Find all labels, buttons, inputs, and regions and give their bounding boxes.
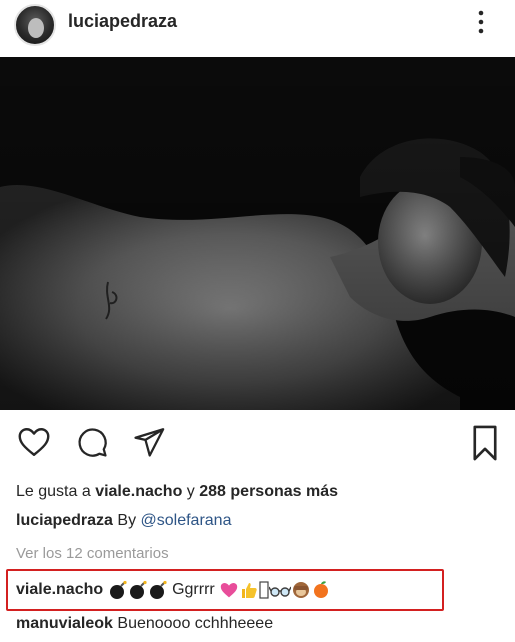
bomb-icon [149, 580, 167, 599]
caption-text: By [117, 512, 137, 529]
caption-username[interactable]: luciapedraza [16, 512, 113, 529]
missing-glyph-icon [259, 581, 269, 599]
avatar[interactable] [14, 4, 56, 46]
post-image [0, 57, 515, 410]
view-all-comments-link[interactable]: Ver los 12 comentarios [16, 545, 169, 562]
see-no-evil-monkey-icon [293, 582, 310, 598]
glasses-icon [269, 586, 292, 597]
post-photo[interactable] [0, 57, 515, 410]
post-header: luciapedraza [0, 0, 515, 52]
comment-text: Ggrrrr [172, 581, 215, 599]
post-username[interactable]: luciapedraza [68, 11, 177, 32]
comment-text: Buenoooo cchhheeee [117, 615, 274, 632]
heart-icon[interactable] [16, 424, 52, 460]
post-caption: luciapedraza By @solefarana [16, 512, 231, 530]
likes-connector: y [186, 483, 195, 500]
caption-mention[interactable]: @solefarana [141, 512, 232, 529]
bomb-icon [109, 580, 127, 599]
comment-row: manuvialeok Buenoooo cchhheeee [16, 615, 273, 633]
comment-icon[interactable] [75, 424, 109, 460]
likes-prefix: Le gusta a [16, 483, 91, 500]
peach-icon [314, 581, 329, 598]
comment-row: viale.nacho Ggrrrr [16, 580, 331, 600]
likes-summary: Le gusta a viale.nacho y 288 personas má… [16, 483, 338, 501]
comment-username[interactable]: manuvialeok [16, 615, 113, 632]
pink-heart-icon [220, 583, 238, 598]
more-vertical-icon[interactable] [474, 9, 488, 35]
bomb-icon [129, 580, 147, 599]
send-icon[interactable] [132, 424, 166, 460]
bookmark-icon[interactable] [470, 424, 500, 462]
likes-user[interactable]: viale.nacho [95, 483, 182, 500]
comment-username[interactable]: viale.nacho [16, 581, 103, 598]
thumbs-up-icon [242, 583, 257, 598]
likes-count[interactable]: 288 personas más [199, 483, 338, 500]
action-bar [0, 424, 515, 466]
